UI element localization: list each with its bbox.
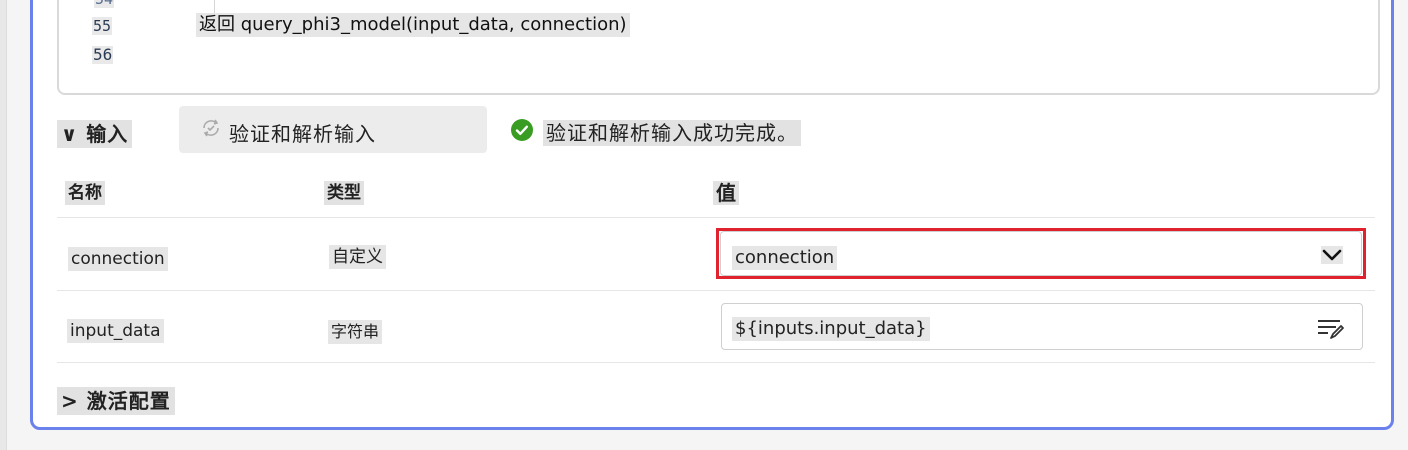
- column-header-name: 名称: [65, 181, 105, 205]
- refresh-check-icon: [203, 119, 219, 137]
- column-header-value: 值: [713, 181, 739, 205]
- check-circle-icon: [511, 119, 533, 141]
- chevron-down-icon[interactable]: [1321, 246, 1343, 264]
- input-name-connection: connection: [68, 247, 168, 271]
- validation-status-text: 验证和解析输入成功完成。: [543, 120, 801, 146]
- inputs-section-toggle[interactable]: ∨ 输入: [57, 120, 133, 148]
- edit-text-icon[interactable]: [1315, 316, 1345, 342]
- line-number-54: 54: [94, 0, 115, 8]
- code-line-55[interactable]: 返回 query_phi3_model(input_data, connecti…: [196, 13, 630, 37]
- input-type-connection: 自定义: [329, 245, 386, 269]
- connection-select-value: connection: [732, 246, 838, 270]
- input-data-value[interactable]: ${inputs.input_data}: [732, 317, 930, 341]
- column-header-type: 类型: [324, 181, 364, 205]
- validate-inputs-label: 验证和解析输入: [229, 122, 376, 146]
- left-panel-strip: [0, 0, 7, 450]
- row-divider: [57, 290, 1375, 291]
- line-number-56: 56: [92, 45, 114, 64]
- row-divider: [57, 362, 1375, 363]
- activation-config-toggle[interactable]: > 激活配置: [57, 387, 175, 415]
- input-type-input-data: 字符串: [328, 320, 383, 344]
- row-divider: [57, 217, 1375, 218]
- input-name-input-data: input_data: [67, 319, 164, 343]
- line-number-55: 55: [92, 17, 113, 35]
